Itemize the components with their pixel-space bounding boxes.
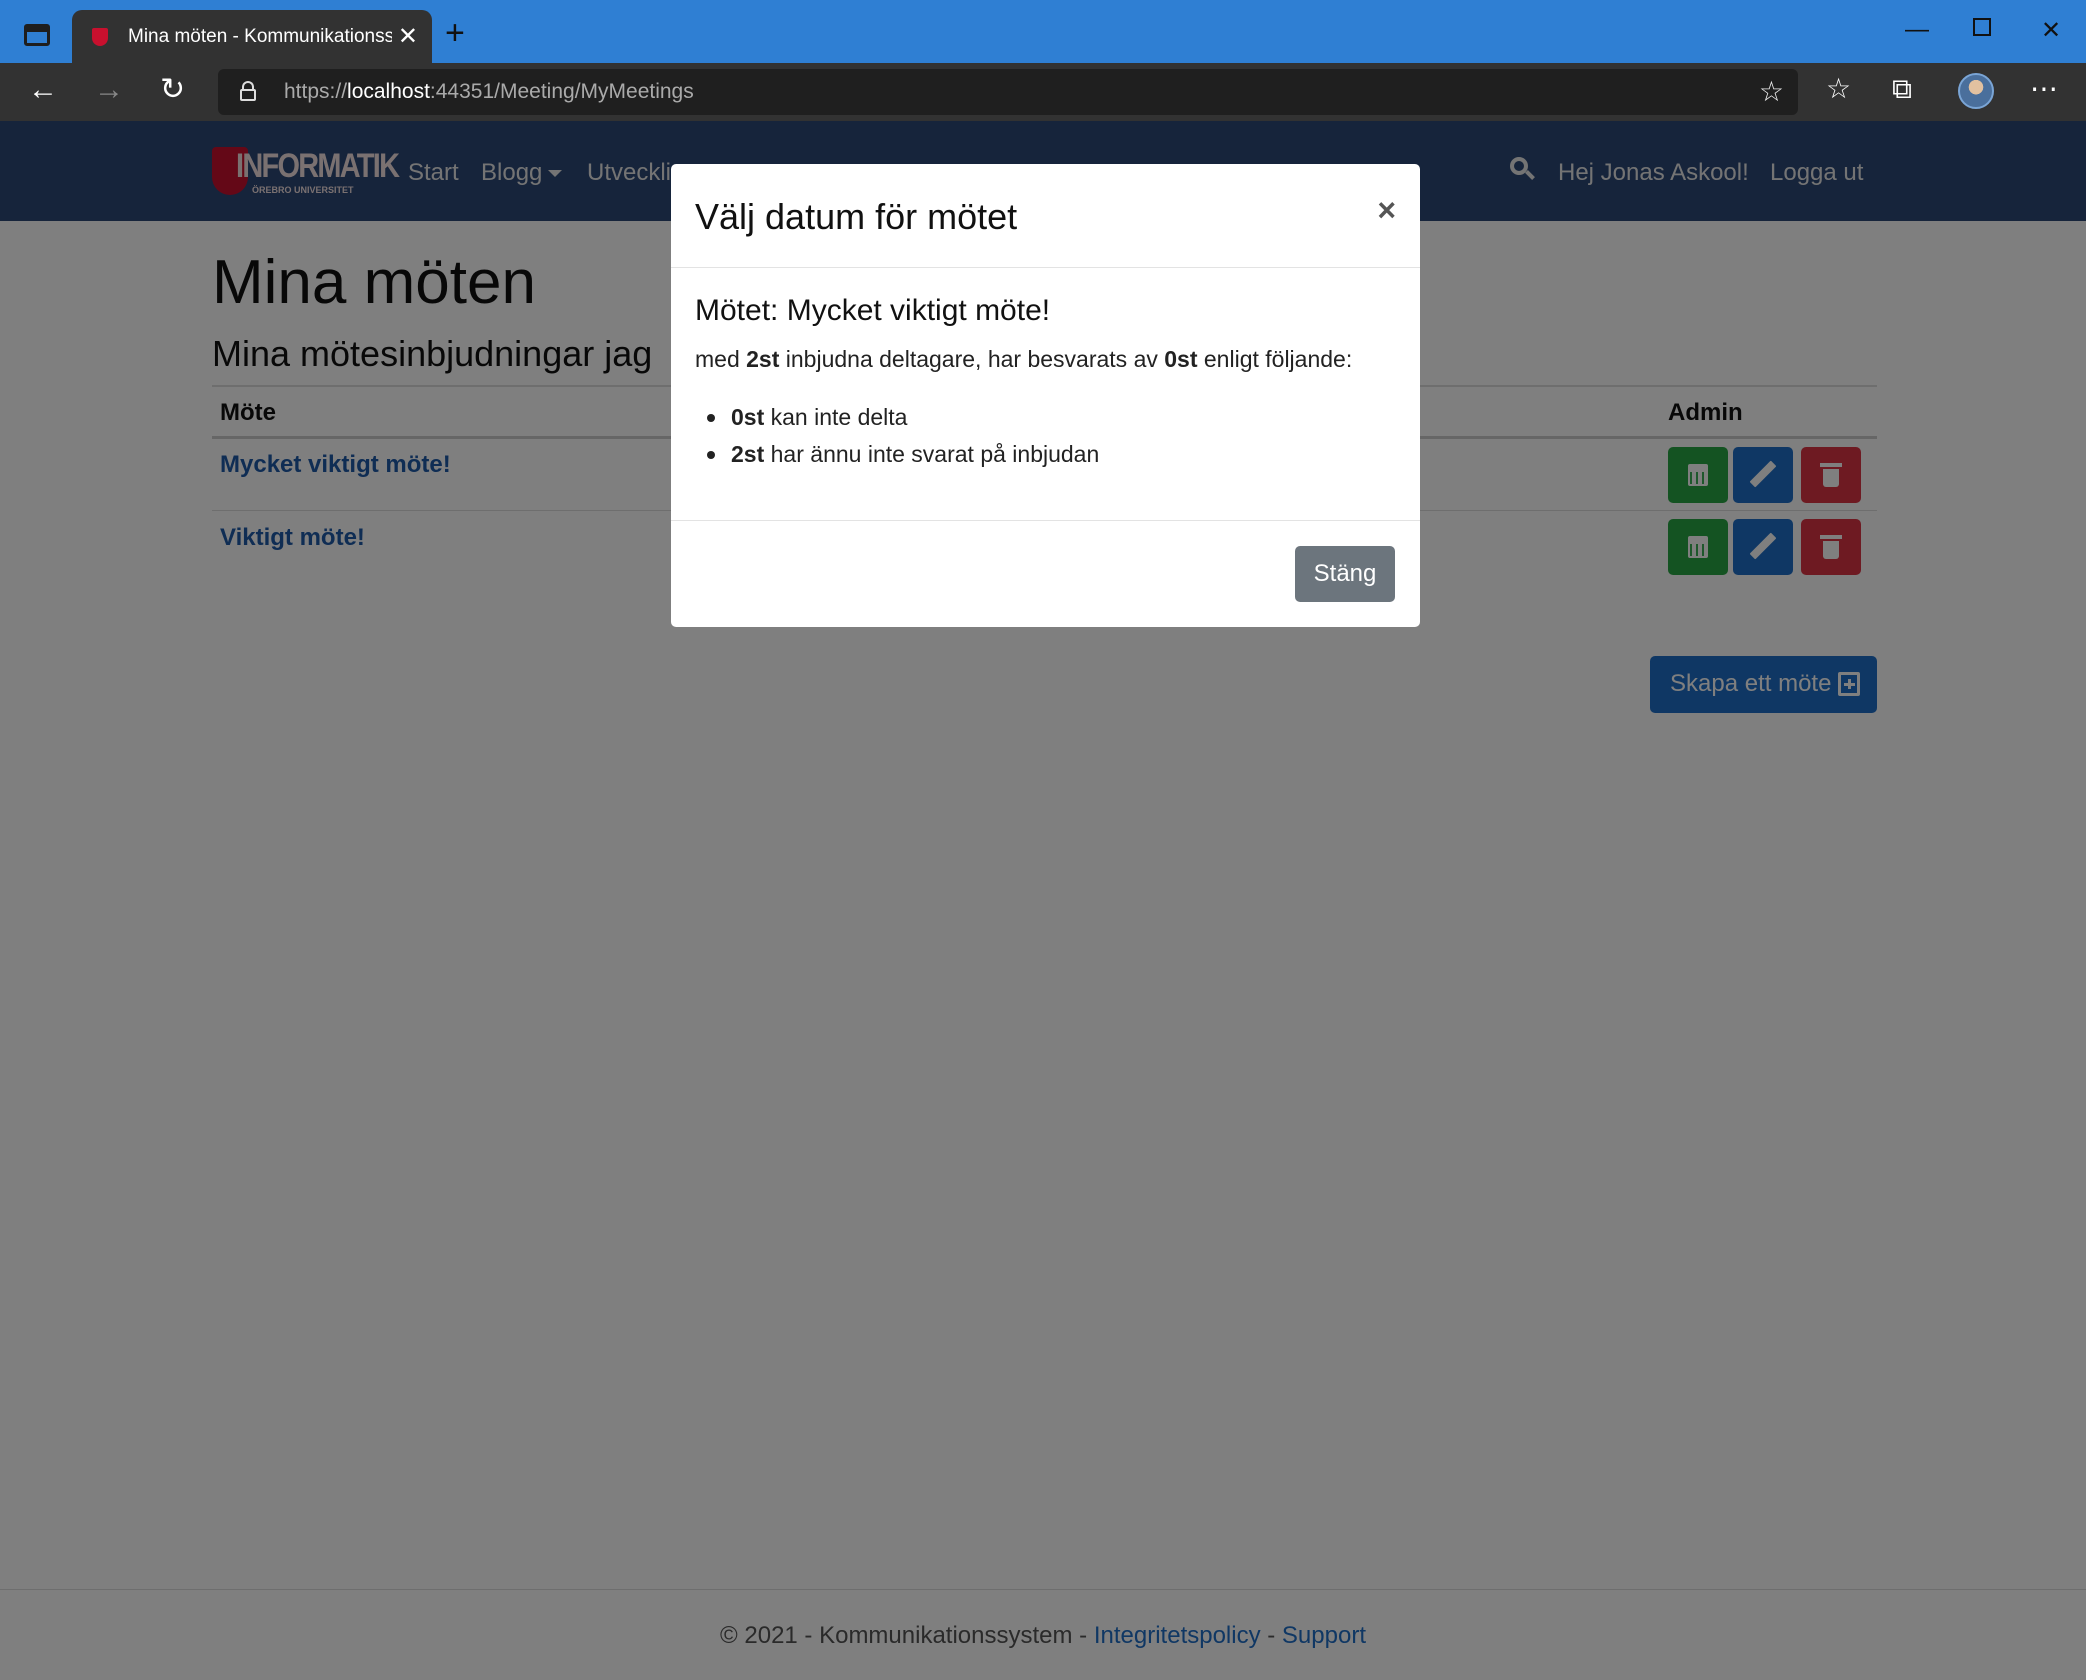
date-modal: Välj datum för mötet × Mötet: Mycket vik… xyxy=(671,164,1420,627)
tab-title: Mina möten - Kommunikationssystem xyxy=(128,26,392,47)
forward-icon[interactable]: → xyxy=(94,75,124,105)
modal-footer-divider xyxy=(671,520,1420,521)
minimize-icon[interactable]: — xyxy=(1905,16,1929,44)
add-favorite-icon[interactable]: ☆ xyxy=(1759,75,1784,108)
favorites-icon[interactable]: ☆ xyxy=(1826,75,1851,103)
window-close-icon[interactable]: ✕ xyxy=(2041,16,2061,45)
favicon-icon xyxy=(92,28,108,46)
modal-close-icon[interactable]: × xyxy=(1377,192,1396,229)
list-item: 0st kan inte delta xyxy=(706,404,1099,431)
more-options-icon[interactable]: ⋯ xyxy=(2030,75,2058,103)
url-text: https://localhost:44351/Meeting/MyMeetin… xyxy=(284,80,694,103)
profile-avatar[interactable] xyxy=(1958,73,1994,109)
maximize-icon[interactable] xyxy=(1973,18,1991,36)
tab-close-icon[interactable]: ✕ xyxy=(398,22,418,51)
browser-titlebar: Mina möten - Kommunikationssystem ✕ + — … xyxy=(0,0,2086,63)
modal-header-divider xyxy=(671,267,1420,268)
list-item: 2st har ännu inte svarat på inbjudan xyxy=(706,441,1100,467)
back-icon[interactable]: ← xyxy=(28,75,58,105)
response-list: 0st kan inte delta 2st har ännu inte sva… xyxy=(706,404,1100,478)
tab-actions-icon[interactable] xyxy=(24,24,50,46)
collections-icon[interactable]: ⧉ xyxy=(1892,75,1912,103)
modal-summary: med 2st inbjudna deltagare, har besvarat… xyxy=(695,346,1353,372)
url-field[interactable]: https://localhost:44351/Meeting/MyMeetin… xyxy=(218,69,1798,115)
modal-title: Välj datum för mötet xyxy=(695,196,1018,237)
new-tab-icon[interactable]: + xyxy=(445,16,465,50)
reload-icon[interactable]: ↻ xyxy=(160,75,185,105)
address-bar: ← → ↻ https://localhost:44351/Meeting/My… xyxy=(0,63,2086,121)
browser-tab[interactable]: Mina möten - Kommunikationssystem ✕ xyxy=(72,10,432,63)
lock-icon xyxy=(240,81,256,101)
modal-meeting-name: Mötet: Mycket viktigt möte! xyxy=(695,294,1051,327)
close-button[interactable]: Stäng xyxy=(1295,546,1395,602)
